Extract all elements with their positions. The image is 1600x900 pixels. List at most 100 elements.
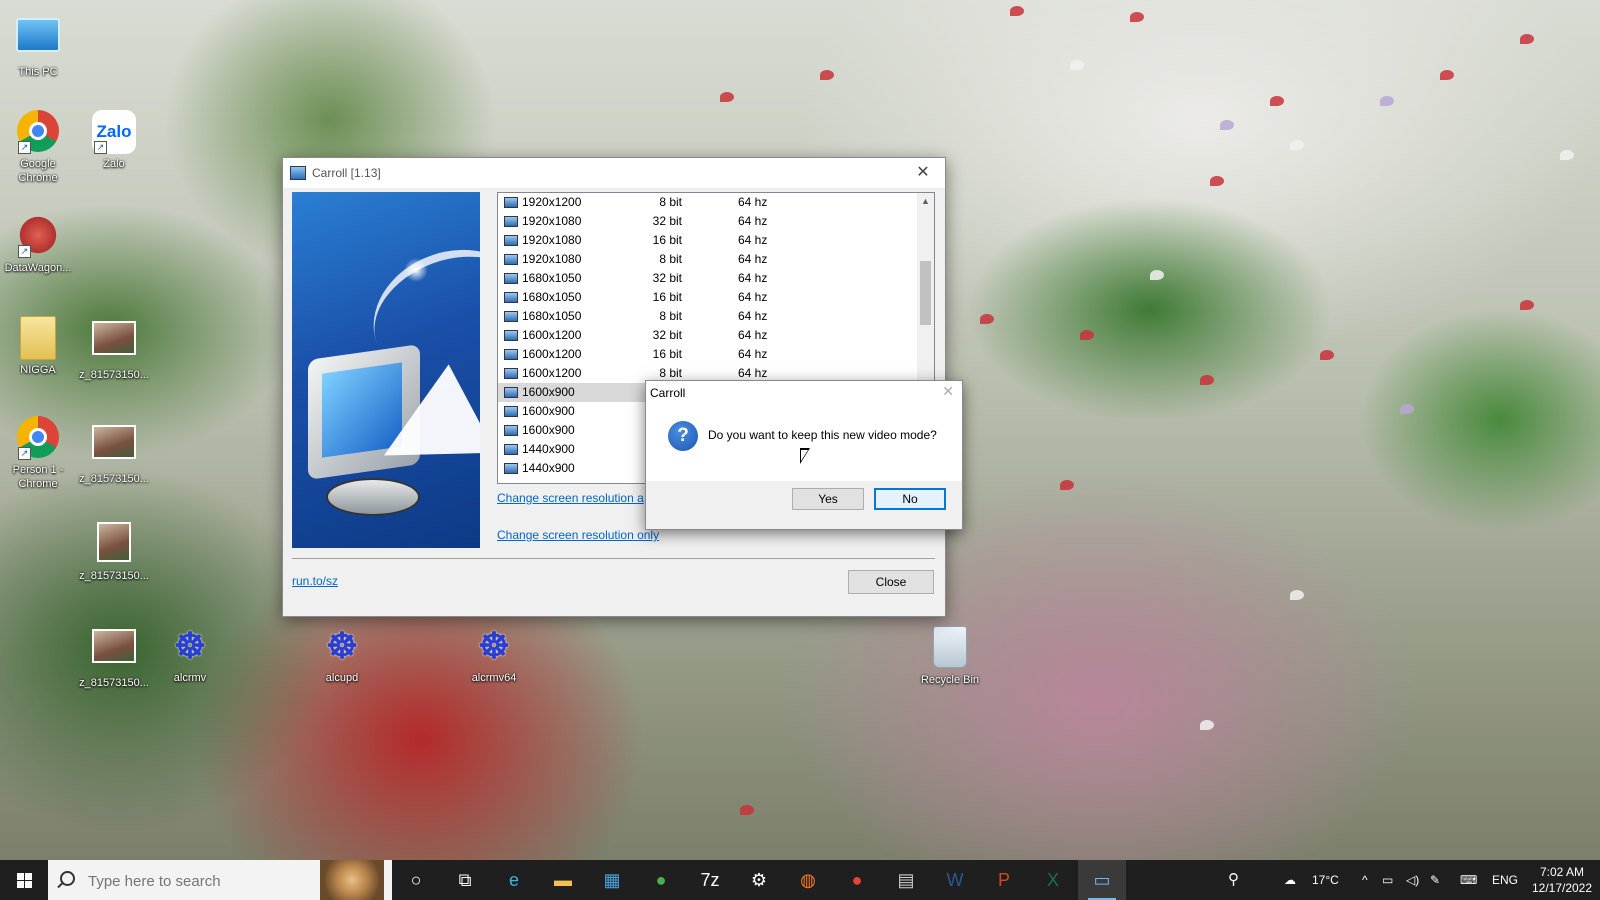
- realtek-crab-icon: ☸: [477, 625, 511, 666]
- desktop-icon-alcrmv64[interactable]: ☸ alcrmv64: [456, 624, 532, 685]
- desktop-icon-label: Person 1 - Chrome: [12, 464, 64, 490]
- desktop-icon-person1-chrome[interactable]: ↗ Person 1 - Chrome: [0, 416, 76, 491]
- desktop-icon-label: NIGGA: [20, 364, 56, 376]
- desktop-icon-nigga-folder[interactable]: NIGGA: [0, 316, 76, 377]
- chevron-up-icon[interactable]: ^: [1362, 860, 1368, 900]
- chrome-profile-icon: ↗: [16, 416, 60, 460]
- video-mode-row[interactable]: 1680x1050 16 bit 64 hz: [498, 288, 934, 307]
- taskbar-search-box[interactable]: [48, 860, 392, 900]
- change-resolution-and-restore-link[interactable]: Change screen resolution a: [497, 491, 644, 505]
- monitor-icon: [504, 425, 518, 436]
- video-mode-row[interactable]: 1920x1200 8 bit 64 hz: [498, 193, 934, 212]
- edge-icon[interactable]: e: [490, 860, 538, 900]
- chrome-icon[interactable]: ●: [637, 860, 685, 900]
- monitor-icon: [504, 311, 518, 322]
- desktop-icon-alcupd[interactable]: ☸ alcupd: [304, 624, 380, 685]
- change-resolution-only-link[interactable]: Change screen resolution only: [497, 528, 659, 542]
- store-icon[interactable]: ▦: [588, 860, 636, 900]
- desktop-icon-label: alcrmv: [173, 672, 207, 684]
- weather-temperature[interactable]: 17°C: [1312, 860, 1339, 900]
- mode-color-depth: 16 bit: [652, 347, 682, 361]
- desktop-icon-photo-4[interactable]: z_81573150...: [76, 624, 152, 690]
- powerpoint-icon[interactable]: P: [980, 860, 1028, 900]
- monitor-icon: [504, 197, 518, 208]
- video-mode-row[interactable]: 1920x1080 32 bit 64 hz: [498, 212, 934, 231]
- monitor-icon: [504, 387, 518, 398]
- video-mode-row[interactable]: 1600x1200 16 bit 64 hz: [498, 345, 934, 364]
- chrome-profile-icon[interactable]: ●: [833, 860, 881, 900]
- realtek-crab-icon: ☸: [173, 625, 207, 666]
- scrollbar-thumb[interactable]: [920, 261, 931, 325]
- no-button[interactable]: No: [874, 488, 946, 510]
- window-titlebar[interactable]: Carroll [1.13] ✕: [283, 158, 945, 188]
- desktop-icon-photo-1[interactable]: z_81573150...: [76, 316, 152, 382]
- close-button[interactable]: Close: [848, 570, 934, 594]
- monitor-icon: [504, 406, 518, 417]
- task-view-icon[interactable]: ⧉: [441, 860, 489, 900]
- search-input[interactable]: [86, 870, 320, 892]
- cortana-icon[interactable]: ○: [392, 860, 440, 900]
- desktop-icon-this-pc[interactable]: This PC: [0, 12, 76, 79]
- realtek-crab-icon: ☸: [325, 625, 359, 666]
- video-mode-row[interactable]: 1680x1050 8 bit 64 hz: [498, 307, 934, 326]
- mode-resolution: 1600x1200: [522, 328, 582, 342]
- desktop-icon-label: This PC: [18, 66, 58, 78]
- excel-icon[interactable]: X: [1029, 860, 1077, 900]
- 7zip-icon[interactable]: 7z: [686, 860, 734, 900]
- desktop-icon-photo-3[interactable]: z_81573150...: [76, 520, 152, 583]
- desktop-icon-label: alcupd: [325, 672, 359, 684]
- mode-refresh-rate: 64 hz: [738, 347, 768, 361]
- yes-button[interactable]: Yes: [792, 488, 864, 510]
- network-icon[interactable]: ▭: [1382, 860, 1393, 900]
- settings-icon[interactable]: ⚙: [735, 860, 783, 900]
- desktop-icon-datawagon[interactable]: ↗ DataWagon...: [0, 214, 76, 275]
- desktop-icon-label: Zalo: [103, 158, 125, 170]
- dialog-footer: Yes No: [646, 481, 962, 529]
- desktop-icon-google-chrome[interactable]: ↗ Google Chrome: [0, 110, 76, 185]
- video-mode-row[interactable]: 1600x1200 32 bit 64 hz: [498, 326, 934, 345]
- search-highlight-image: [320, 860, 384, 900]
- mode-refresh-rate: 64 hz: [738, 309, 768, 323]
- mode-refresh-rate: 64 hz: [738, 195, 768, 209]
- video-mode-row[interactable]: 1680x1050 32 bit 64 hz: [498, 269, 934, 288]
- mode-resolution: 1600x900: [522, 385, 575, 399]
- search-icon: [60, 871, 75, 886]
- language-indicator[interactable]: ENG: [1492, 860, 1518, 900]
- start-button[interactable]: [0, 860, 48, 900]
- monitor-icon: [504, 368, 518, 379]
- firefox-icon[interactable]: ◍: [784, 860, 832, 900]
- image-file-icon: [92, 425, 136, 469]
- mode-refresh-rate: 64 hz: [738, 214, 768, 228]
- app-icon[interactable]: ▤: [882, 860, 930, 900]
- monitor-icon: [504, 330, 518, 341]
- mouse-cursor-icon: [800, 448, 810, 464]
- dialog-body: ? Do you want to keep this new video mod…: [646, 409, 962, 481]
- desktop-icon-photo-2[interactable]: z_81573150...: [76, 420, 152, 486]
- video-mode-row[interactable]: 1920x1080 8 bit 64 hz: [498, 250, 934, 269]
- desktop-icon-zalo[interactable]: Zalo ↗ Zalo: [76, 110, 152, 171]
- monitor-icon: [504, 292, 518, 303]
- file-explorer-icon[interactable]: ▬: [539, 860, 587, 900]
- video-mode-row[interactable]: 1920x1080 16 bit 64 hz: [498, 231, 934, 250]
- close-icon[interactable]: ✕: [901, 158, 945, 188]
- website-link[interactable]: run.to/sz: [292, 574, 338, 588]
- pen-icon[interactable]: ✎: [1430, 860, 1440, 900]
- mode-resolution: 1600x900: [522, 423, 575, 437]
- mode-color-depth: 8 bit: [659, 309, 682, 323]
- keyboard-icon[interactable]: ⌨: [1460, 860, 1477, 900]
- dialog-close-icon[interactable]: ✕: [942, 383, 954, 400]
- carroll-monitor-icon[interactable]: ▭: [1078, 860, 1126, 900]
- mode-refresh-rate: 64 hz: [738, 328, 768, 342]
- scroll-up-icon[interactable]: ▲: [917, 193, 934, 210]
- desktop-icon-alcrmv[interactable]: ☸ alcrmv: [152, 624, 228, 685]
- windows-logo-icon: [17, 873, 32, 888]
- clock[interactable]: 7:02 AM 12/17/2022: [1530, 864, 1594, 896]
- people-icon[interactable]: ⚲: [1228, 860, 1239, 900]
- mode-color-depth: 8 bit: [659, 252, 682, 266]
- word-icon[interactable]: W: [931, 860, 979, 900]
- desktop-icon-recycle-bin[interactable]: Recycle Bin: [912, 624, 988, 687]
- taskbar: ○⧉e▬▦●7z⚙◍●▤WPX▭ ⚲ ☁ 17°C ^ ▭ ◁) ✎ ⌨ ENG…: [0, 860, 1600, 900]
- weather-cloud-icon[interactable]: ☁: [1284, 860, 1310, 900]
- volume-icon[interactable]: ◁): [1406, 860, 1419, 900]
- datawagon-icon: ↗: [16, 214, 60, 258]
